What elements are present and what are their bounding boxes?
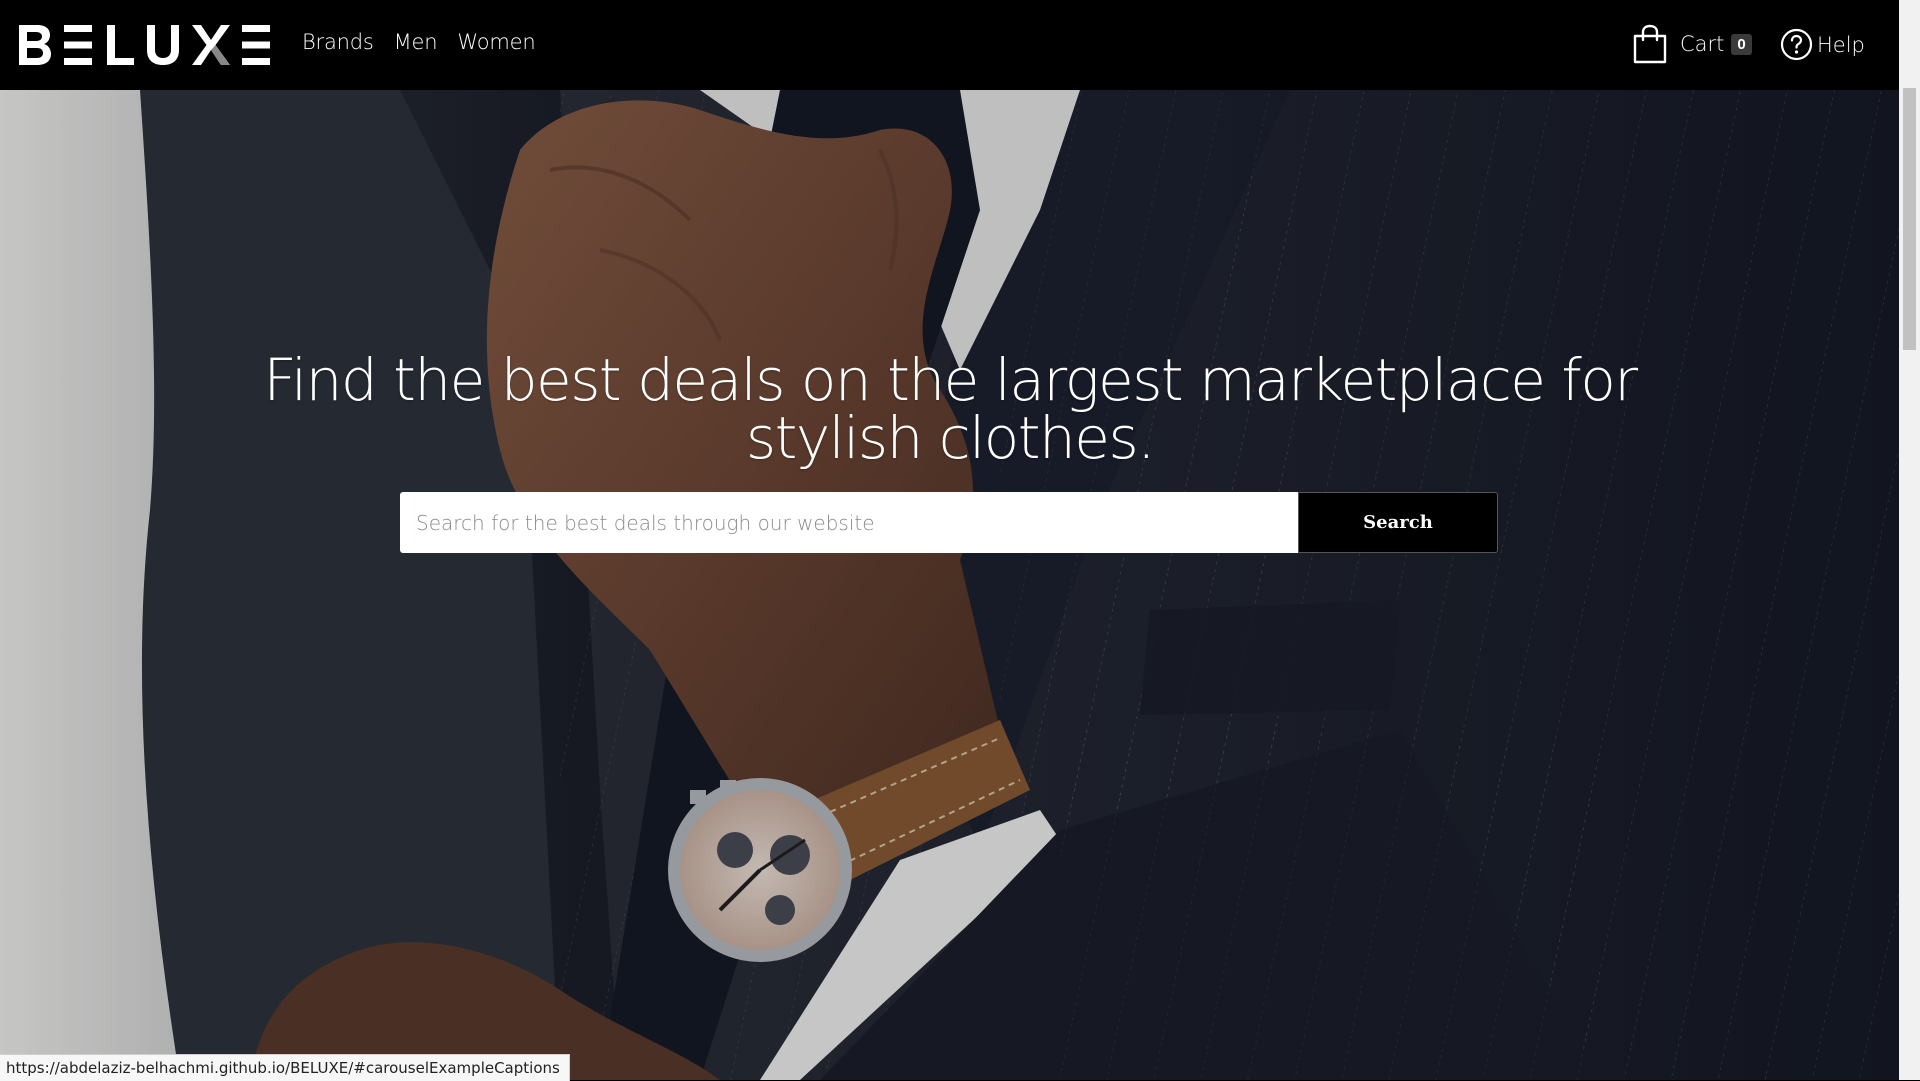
help-label: Help (1817, 32, 1865, 57)
main-nav: Brands Men Women (302, 30, 555, 54)
page-scrollbar[interactable] (1899, 0, 1920, 1080)
question-circle-icon (1780, 28, 1813, 61)
top-navbar: Brands Men Women Cart 0 Help (0, 0, 1899, 90)
scrollbar-thumb[interactable] (1903, 88, 1916, 350)
search-form: Search (400, 492, 1498, 553)
page-viewport: Brands Men Women Cart 0 Help Find the be… (0, 0, 1899, 1080)
cart-link[interactable]: Cart 0 (1632, 24, 1752, 64)
hero-carousel: Find the best deals on the largest marke… (0, 90, 1899, 1080)
search-input[interactable] (400, 492, 1298, 553)
hero-background-image (0, 90, 1899, 1080)
nav-link-women[interactable]: Women (457, 30, 535, 54)
cart-count-badge: 0 (1731, 33, 1752, 55)
nav-link-brands[interactable]: Brands (302, 30, 374, 54)
hero-headline: Find the best deals on the largest marke… (263, 345, 1638, 472)
help-link[interactable]: Help (1780, 28, 1865, 61)
cart-label: Cart (1680, 32, 1725, 56)
beluxe-logo[interactable] (19, 25, 270, 65)
logo-wordmark (19, 25, 270, 65)
shopping-bag-icon (1633, 24, 1667, 64)
search-button[interactable]: Search (1298, 492, 1498, 553)
status-bar-url: https://abdelaziz-belhachmi.github.io/BE… (0, 1054, 570, 1081)
nav-link-men[interactable]: Men (394, 30, 438, 54)
